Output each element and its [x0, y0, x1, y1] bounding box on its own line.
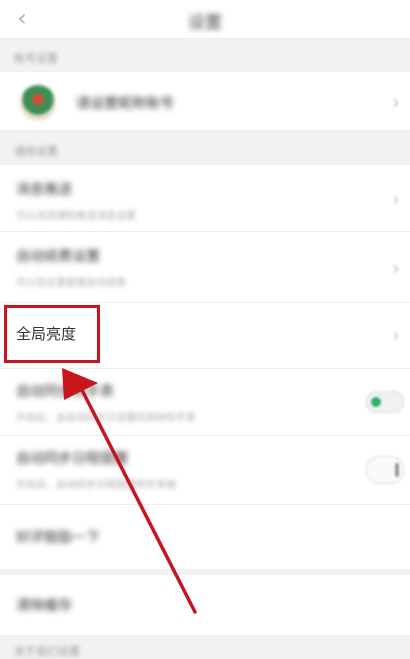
- setting-title: 自动同步到手表: [16, 384, 114, 400]
- account-name: 请设置昵称账号: [76, 96, 174, 112]
- global-brightness-label: 全局亮度: [16, 325, 77, 343]
- setting-subtitle: 可以关闭通知推送消息设置: [16, 211, 136, 222]
- section-label-general: 通用设置: [14, 145, 58, 158]
- chevron-right-icon: ›: [392, 187, 400, 211]
- page-title: 设置: [188, 13, 222, 33]
- top-bar: ‹ 设置: [0, 0, 410, 39]
- chevron-right-icon: ›: [392, 90, 400, 114]
- chevron-right-icon: ›: [392, 256, 400, 280]
- setting-subtitle: 开启后，自动同步日程提醒到手表端: [16, 480, 176, 491]
- setting-row-renew[interactable]: 自动续费设置 可以在这里管理自动续费 ›: [0, 232, 410, 303]
- setting-row-rate[interactable]: 好评鼓励一下: [0, 505, 410, 570]
- account-row[interactable]: 请设置昵称账号 ›: [0, 72, 410, 131]
- setting-title: 清除缓存: [16, 598, 72, 614]
- setting-title: 自动续费设置: [16, 249, 100, 265]
- sync-reminder-toggle[interactable]: [366, 456, 404, 484]
- setting-subtitle: 可以在这里管理自动续费: [16, 278, 126, 289]
- sync-watch-toggle[interactable]: [366, 391, 404, 413]
- setting-row-sync-reminder[interactable]: 自动同步日程提醒 开启后，自动同步日程提醒到手表端: [0, 436, 410, 505]
- section-label-bottom: 关于我们设置: [14, 645, 80, 658]
- setting-row-push[interactable]: 消息推送 可以关闭通知推送消息设置 ›: [0, 165, 410, 232]
- setting-title: 好评鼓励一下: [16, 530, 100, 546]
- avatar: [20, 85, 56, 121]
- section-label-account: 帐号设置: [14, 52, 58, 65]
- setting-row-sync-watch[interactable]: 自动同步到手表 开启后，会自动同步已设置的闹钟到手表: [0, 369, 410, 436]
- setting-subtitle: 开启后，会自动同步已设置的闹钟到手表: [16, 413, 196, 424]
- setting-row-clear-cache[interactable]: 清除缓存: [0, 575, 410, 636]
- setting-title: 消息推送: [16, 182, 72, 198]
- chevron-right-icon: ›: [392, 323, 400, 347]
- setting-title: 自动同步日程提醒: [16, 451, 128, 467]
